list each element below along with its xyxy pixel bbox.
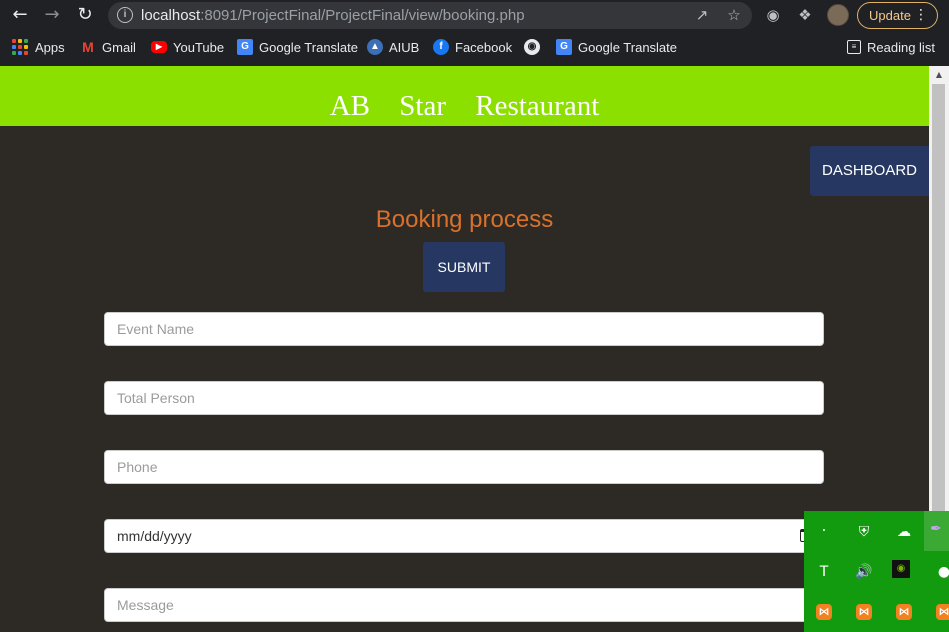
volume-icon[interactable]: 🔊 — [852, 560, 876, 584]
network-icon[interactable]: ● — [932, 560, 949, 584]
page-title: Booking process — [375, 206, 554, 233]
submit-button[interactable]: SUBMIT — [423, 242, 505, 292]
reading-list[interactable]: ≡ Reading list — [847, 36, 935, 58]
tray-hover-highlight[interactable]: ✒ — [924, 511, 949, 551]
globe-extension-icon[interactable]: ◉ — [763, 5, 783, 25]
pen-icon: ✒ — [930, 521, 942, 537]
xampp-icon[interactable]: ⋈ — [816, 604, 832, 620]
reload-icon[interactable]: ↻ — [73, 3, 97, 27]
back-arrow-icon[interactable]: ← — [8, 3, 32, 27]
globe-icon: ◉ — [524, 39, 540, 55]
site-header: AB Star Restaurant — [0, 66, 929, 126]
bookmark-google-translate-2[interactable]: G Google Translate — [556, 36, 677, 58]
menu-dots-icon[interactable]: ⋮ — [914, 3, 928, 28]
bookmark-aiub[interactable]: ▲ AIUB — [367, 36, 419, 58]
bookmark-apps[interactable]: Apps — [12, 36, 65, 58]
event-name-input[interactable]: Event Name — [104, 312, 824, 346]
apps-grid-icon — [12, 39, 28, 55]
bookmark-star-icon[interactable]: ☆ — [725, 6, 743, 24]
browser-chrome: ← → ↻ i localhost:8091/ProjectFinal/Proj… — [0, 0, 949, 66]
phone-input[interactable]: Phone — [104, 450, 824, 484]
reading-list-icon: ≡ — [847, 40, 861, 54]
address-url[interactable]: localhost:8091/ProjectFinal/ProjectFinal… — [141, 7, 525, 24]
web-page: AB Star Restaurant DASHBOARD Booking pro… — [0, 66, 929, 632]
share-icon[interactable]: ↗ — [693, 6, 711, 24]
browser-toolbar: ← → ↻ i localhost:8091/ProjectFinal/Proj… — [0, 0, 949, 31]
bookmark-globe[interactable]: ◉ — [524, 36, 546, 58]
security-shield-icon[interactable]: ⛨ — [852, 520, 876, 544]
xampp-icon[interactable]: ⋈ — [936, 604, 949, 620]
bookmark-google-translate[interactable]: G Google Translate — [237, 36, 358, 58]
scrollbar-thumb[interactable] — [932, 84, 945, 544]
facebook-icon: f — [433, 39, 449, 55]
date-input[interactable]: mm/dd/yyyy — [104, 519, 824, 553]
google-translate-icon: G — [556, 39, 572, 55]
google-translate-icon: G — [237, 39, 253, 55]
profile-avatar[interactable] — [827, 4, 849, 26]
scroll-up-arrow-icon[interactable]: ▲ — [929, 68, 949, 82]
dashboard-button[interactable]: DASHBOARD — [810, 146, 929, 196]
message-input[interactable]: Message — [104, 588, 824, 622]
xampp-icon[interactable]: ⋈ — [856, 604, 872, 620]
date-placeholder: mm/dd/yyyy — [117, 528, 192, 544]
total-person-input[interactable]: Total Person — [104, 381, 824, 415]
address-bar[interactable]: i localhost:8091/ProjectFinal/ProjectFin… — [108, 2, 752, 29]
update-button[interactable]: Update ⋮ — [857, 2, 938, 29]
nvidia-icon[interactable]: ◉ — [892, 560, 910, 578]
teams-icon[interactable]: T — [812, 560, 836, 584]
site-brand: AB Star Restaurant — [329, 90, 600, 122]
xampp-icon[interactable]: ⋈ — [896, 604, 912, 620]
forward-arrow-icon[interactable]: → — [40, 3, 64, 27]
bookmark-gmail[interactable]: M Gmail — [80, 36, 136, 58]
site-info-icon[interactable]: i — [117, 7, 133, 23]
bluetooth-icon[interactable]: ᛫ — [812, 520, 836, 544]
bookmark-facebook[interactable]: f Facebook — [433, 36, 512, 58]
bookmarks-bar: Apps M Gmail ▶ YouTube G Google Translat… — [0, 33, 949, 61]
cloud-offline-icon[interactable]: ☁ — [892, 520, 916, 544]
extensions-puzzle-icon[interactable]: ❖ — [795, 5, 815, 25]
youtube-icon: ▶ — [151, 41, 167, 53]
aiub-shield-icon: ▲ — [367, 39, 383, 55]
gmail-icon: M — [82, 39, 94, 55]
bookmark-youtube[interactable]: ▶ YouTube — [151, 36, 224, 58]
